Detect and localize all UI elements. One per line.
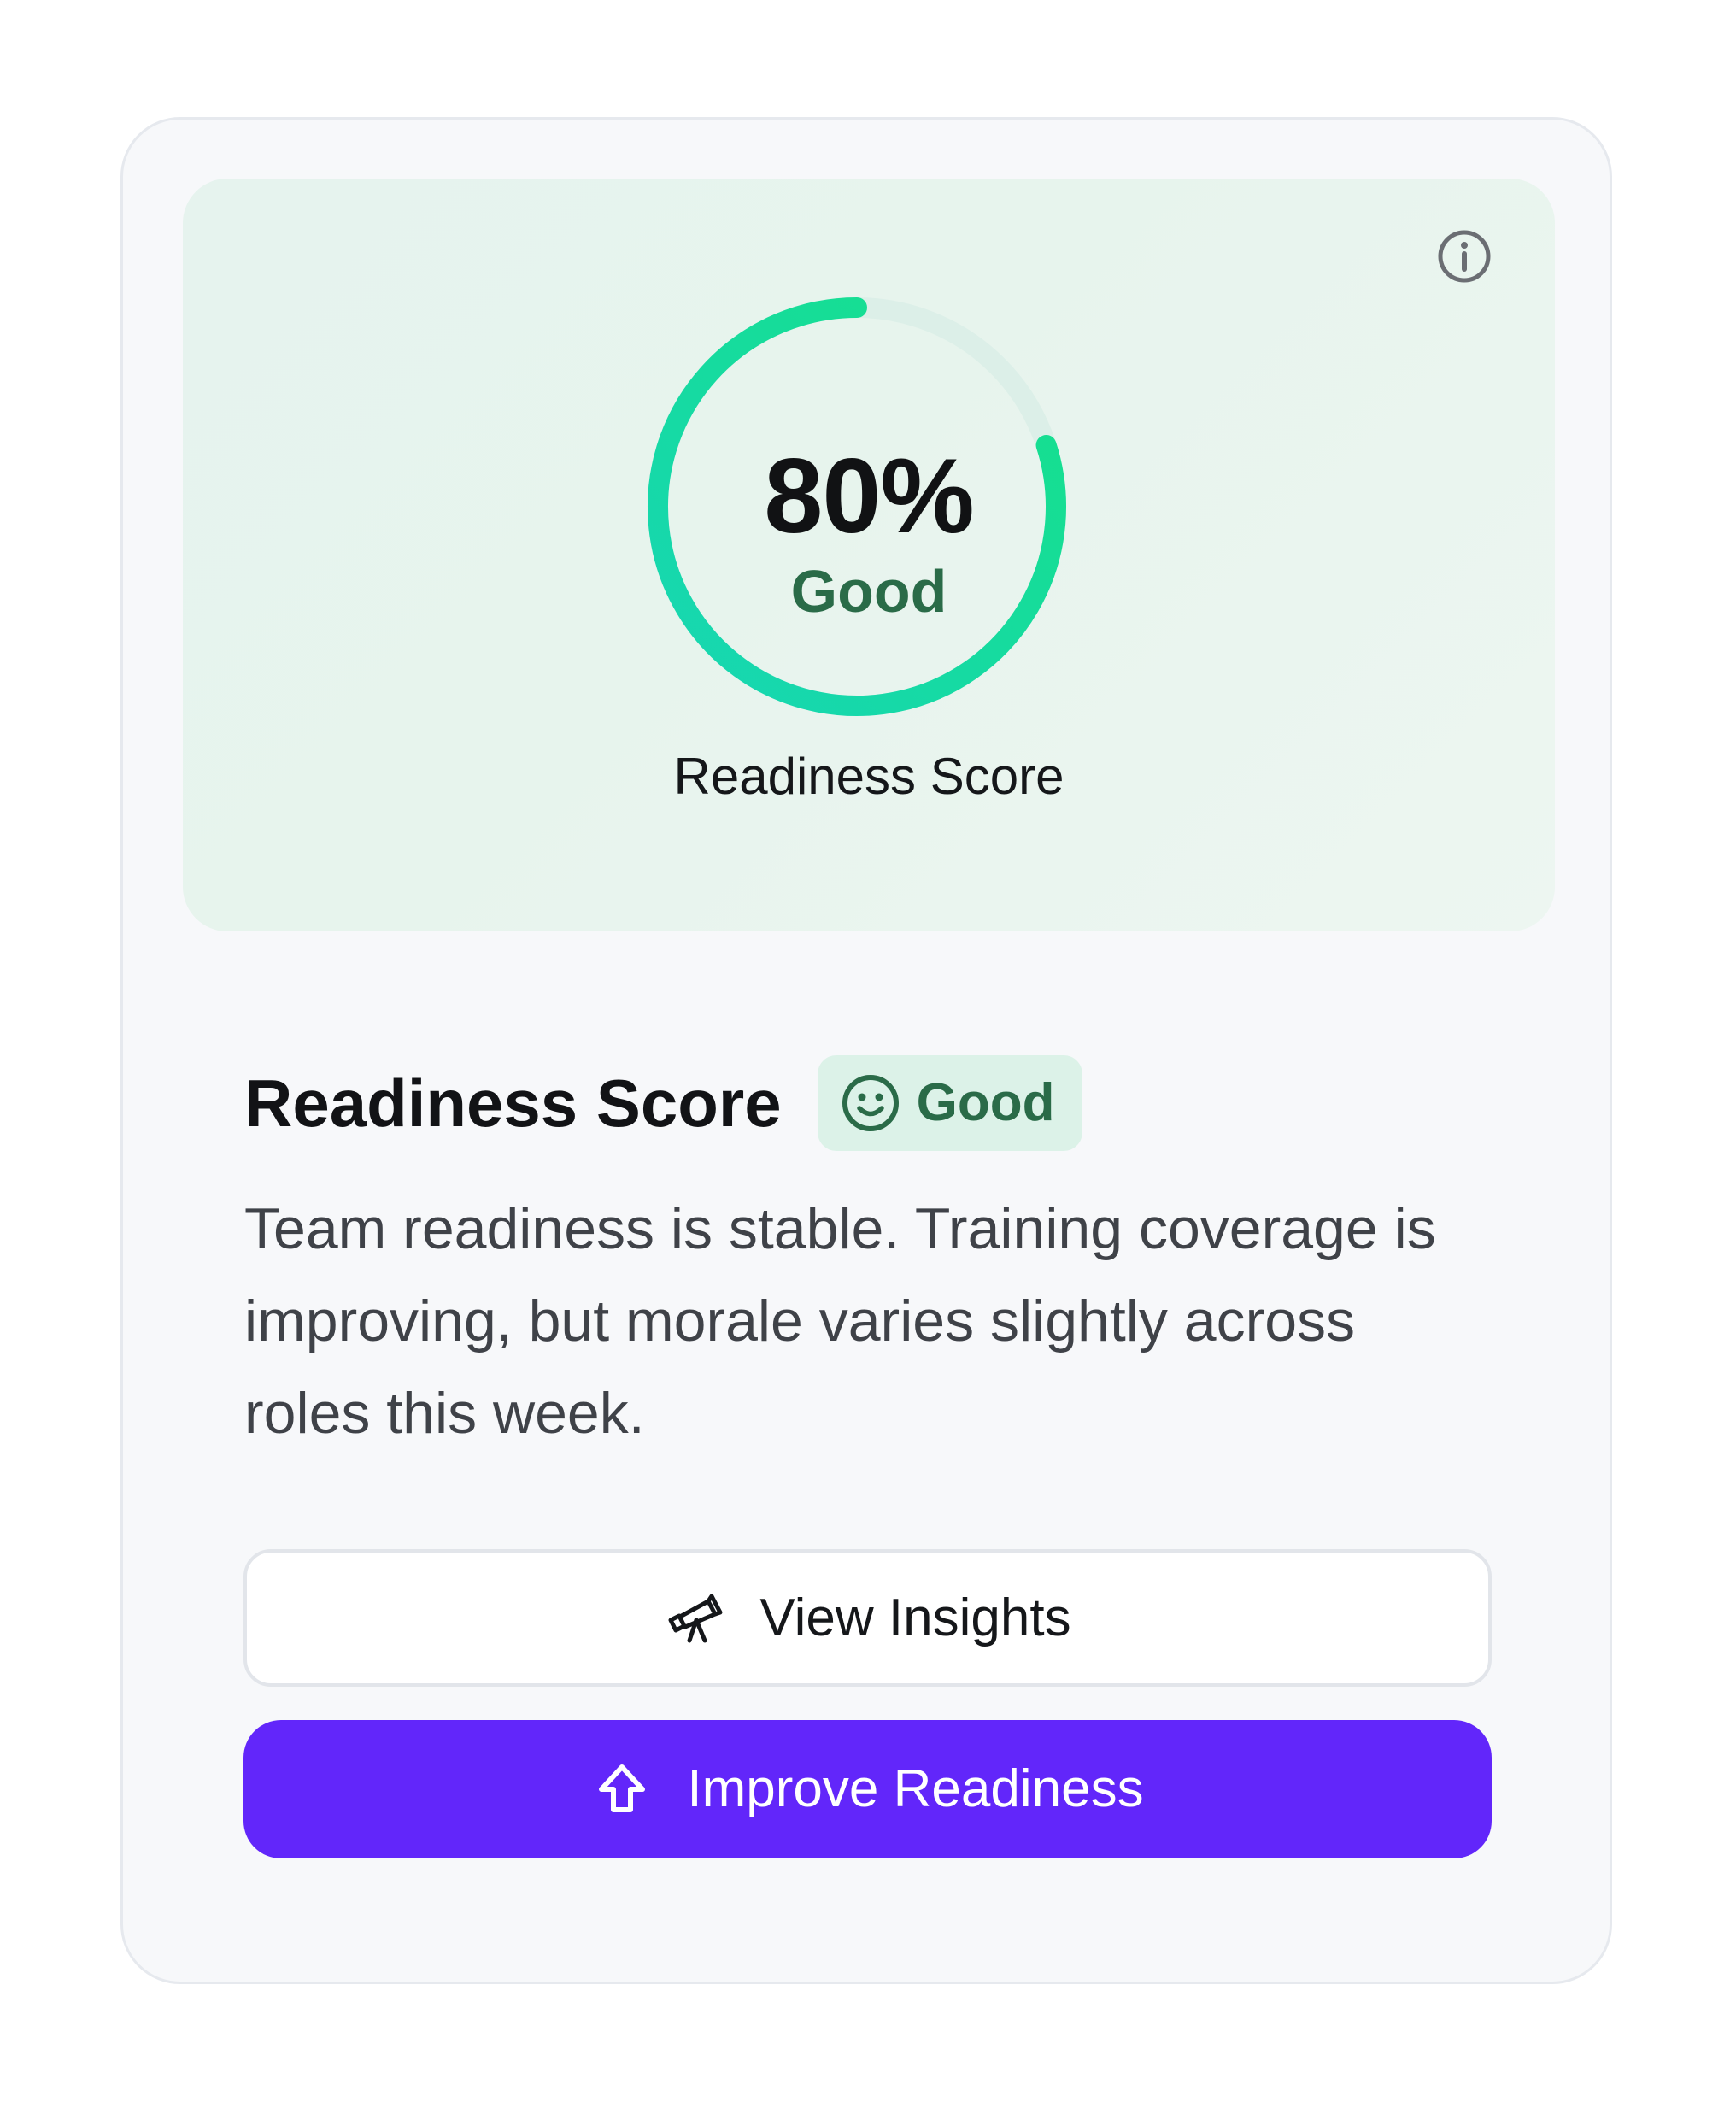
- view-insights-label: View Insights: [760, 1588, 1071, 1647]
- score-hero-panel: 80% Good Readiness Score: [183, 179, 1555, 931]
- arrow-up-icon: [599, 1764, 646, 1812]
- improve-readiness-button[interactable]: Improve Readiness: [243, 1720, 1492, 1858]
- section-title: Readiness Score: [244, 1066, 782, 1141]
- info-icon[interactable]: [1434, 226, 1494, 286]
- smiley-icon: [842, 1075, 899, 1131]
- status-badge: Good: [817, 1055, 1082, 1151]
- telescope-icon: [668, 1594, 723, 1642]
- improve-readiness-label: Improve Readiness: [687, 1759, 1144, 1818]
- readiness-card: 80% Good Readiness Score Readiness Score…: [120, 117, 1612, 1984]
- score-status-label: Good: [790, 558, 947, 625]
- view-insights-button[interactable]: View Insights: [243, 1549, 1492, 1687]
- status-badge-label: Good: [916, 1073, 1055, 1132]
- readiness-description: Team readiness is stable. Training cover…: [244, 1196, 1436, 1446]
- score-value: 80%: [764, 437, 974, 555]
- score-caption: Readiness Score: [673, 748, 1064, 805]
- details-title-row: Readiness Score Good: [244, 1055, 1082, 1151]
